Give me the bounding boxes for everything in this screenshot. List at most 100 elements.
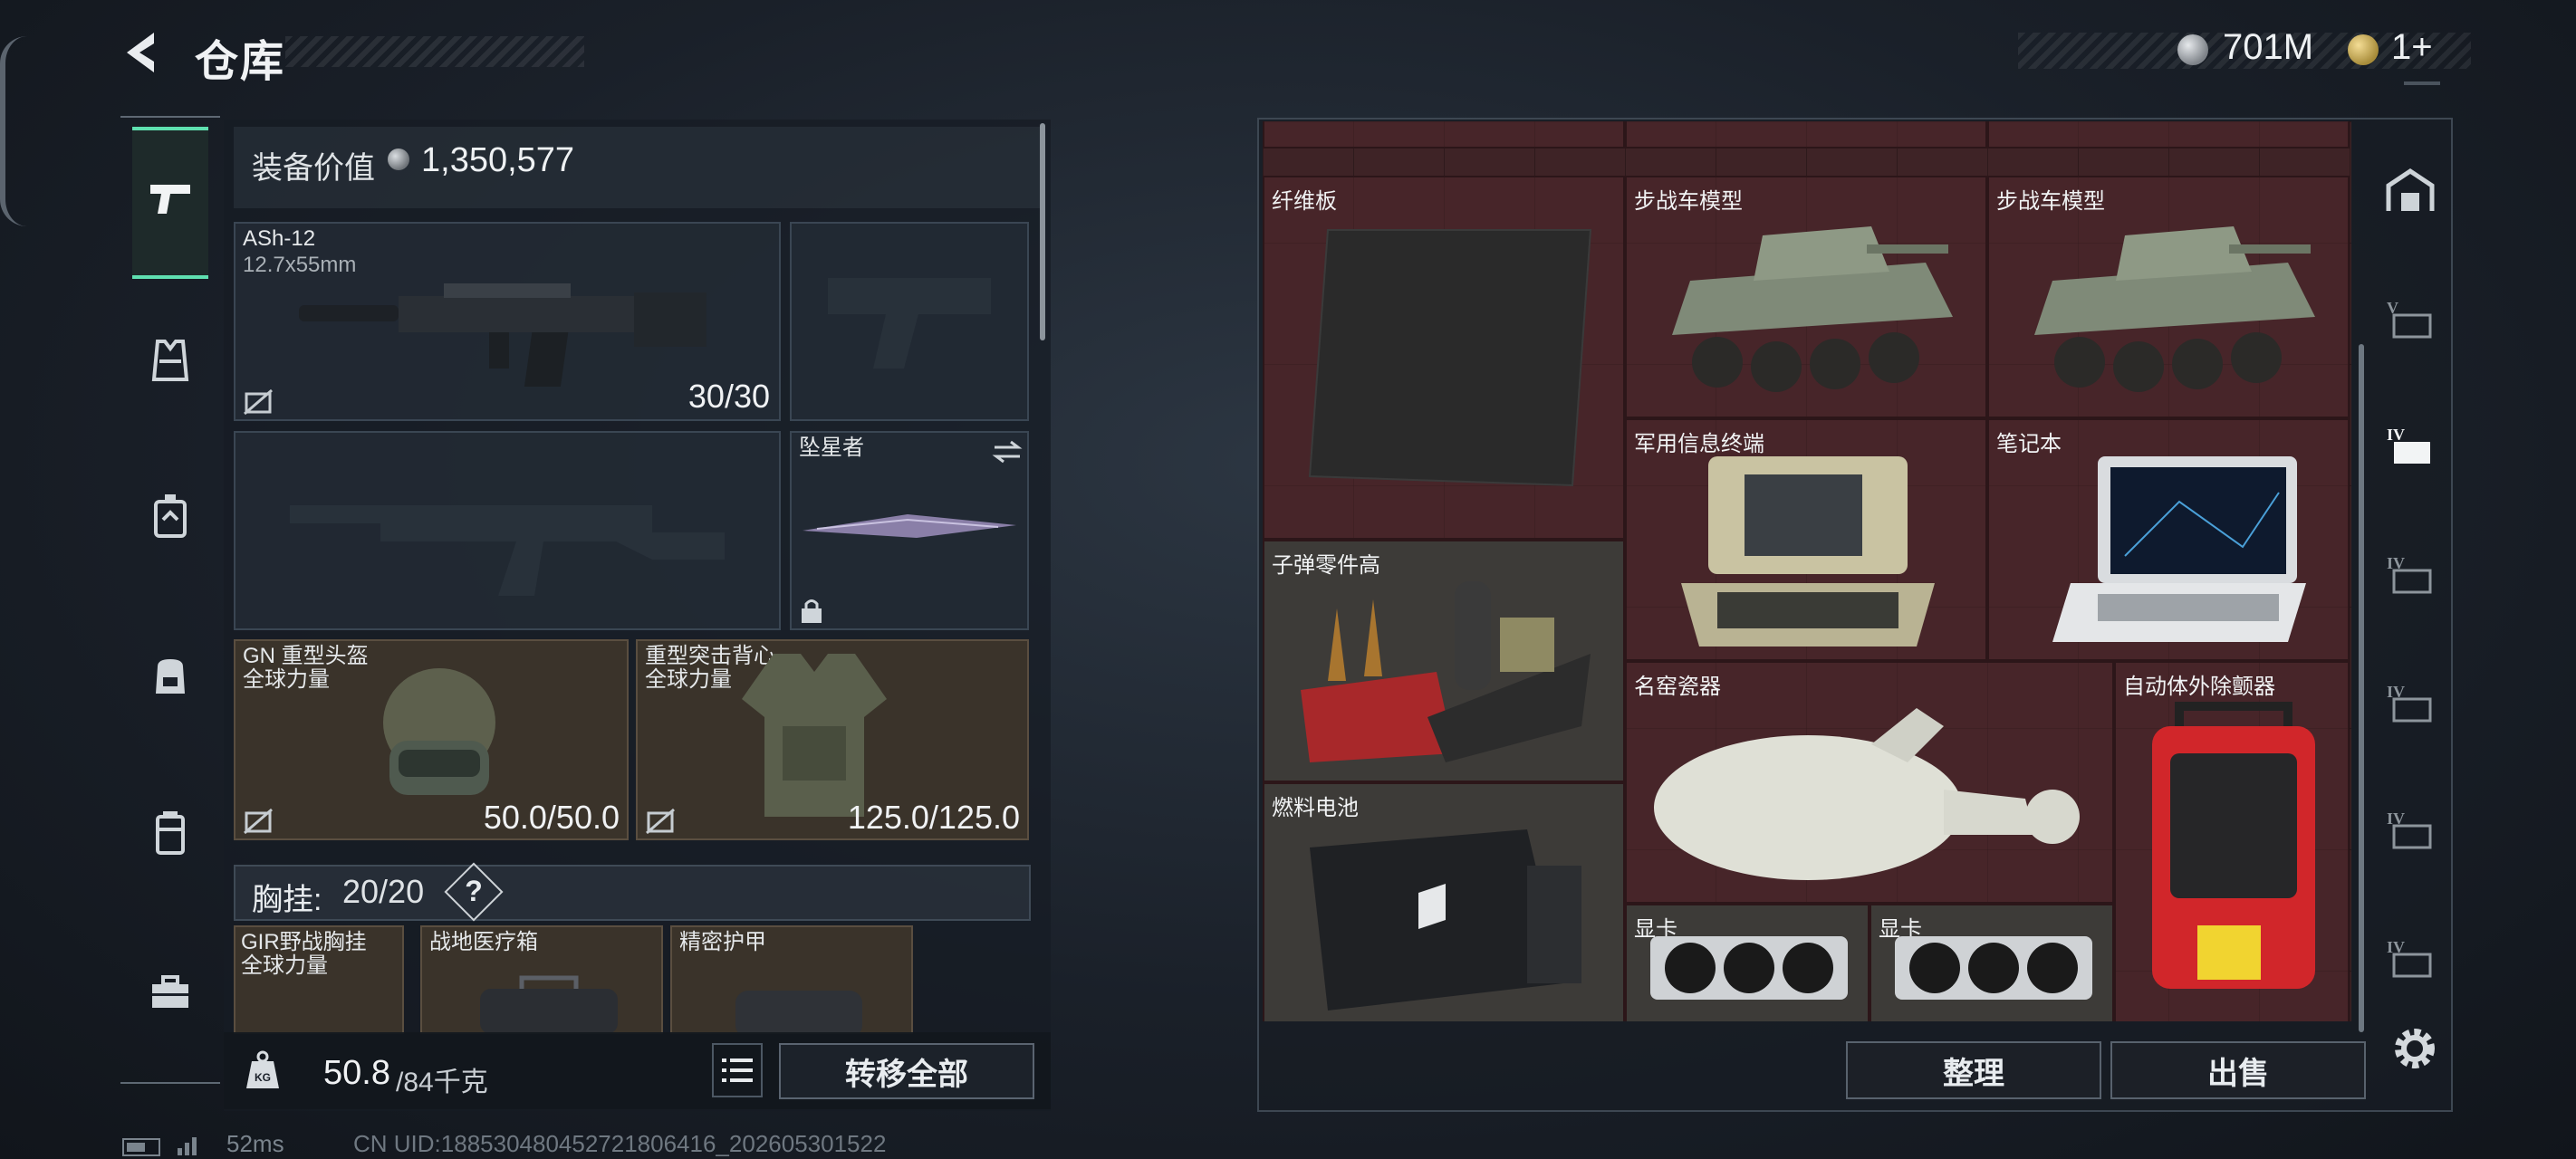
coin-icon (388, 148, 409, 170)
storage-tab-level-5[interactable]: V (2379, 286, 2442, 350)
backup-weapon-slot[interactable] (234, 431, 781, 630)
armor-brand: 全球力量 (645, 667, 732, 692)
storage-tab-level-4[interactable]: IV (2379, 541, 2442, 605)
storage-item-military-terminal[interactable]: 军用信息终端 (1625, 418, 1987, 661)
chest-rig-slot[interactable]: GIR野战胸挂 全球力量 (234, 925, 404, 1034)
backpack-icon (156, 659, 185, 694)
melee-name: 坠星者 (799, 436, 864, 460)
garage-icon (2386, 168, 2435, 211)
storage-level-icon: IV (2387, 938, 2432, 978)
porcelain-image (1654, 708, 2080, 880)
storage-tab-level-4-active[interactable]: IV (2379, 413, 2442, 476)
pistol-icon (150, 185, 190, 214)
storage-item-ifv-model[interactable]: 步战车模型 (1987, 176, 2350, 418)
storage-level-icon: IV (2387, 554, 2432, 594)
medkit-slot[interactable]: 战地医疗箱 (420, 925, 663, 1034)
gpu-image (1650, 936, 1848, 1000)
back-button[interactable] (118, 27, 163, 78)
storage-item-porcelain[interactable]: 名窑瓷器 (1625, 661, 2114, 904)
ifv-model-image (2034, 226, 2315, 392)
item-name: 自动体外除颤器 (2123, 675, 2275, 699)
storage-item-aed[interactable]: 自动体外除颤器 (2114, 661, 2350, 1021)
list-view-button[interactable] (712, 1043, 763, 1097)
user-uid: CN UID:18853048045272180​6416_2026053015… (353, 1130, 887, 1157)
fiberboard-image (1308, 229, 1592, 487)
tab-divider (2404, 81, 2440, 85)
melee-slot[interactable]: 坠星者 (790, 431, 1029, 630)
rifle-silhouette-icon (290, 505, 725, 596)
category-tab-chest-rig[interactable] (134, 480, 207, 552)
storage-item[interactable] (1625, 121, 1987, 148)
chest-rig-brand: 全球力量 (241, 953, 328, 978)
storage-item-ifv-model[interactable]: 步战车模型 (1625, 176, 1987, 418)
gear-icon[interactable] (2388, 1021, 2442, 1076)
storage-tab-level-4[interactable]: IV (2379, 797, 2442, 860)
svg-text:KG: KG (255, 1071, 271, 1084)
chest-rig-capacity: 20/20 (342, 873, 425, 910)
storage-tab-level-4[interactable]: IV (2379, 925, 2442, 989)
max-weight: /84千克 (396, 1068, 488, 1097)
weight-kg-icon: KG (246, 1050, 279, 1088)
storage-level-icon: IV (2387, 426, 2430, 464)
storage-item-gpu[interactable]: 显卡 (1870, 904, 2114, 1021)
primary-weapon-slot[interactable]: ASh-12 12.7x55mm 30/30 (234, 222, 781, 421)
precision-armor-slot[interactable]: 精密护甲 (670, 925, 913, 1034)
pistol-silhouette-icon (828, 278, 991, 369)
item-name: 纤维板 (1272, 189, 1337, 214)
swap-icon[interactable] (991, 438, 1024, 465)
toolbox-icon (152, 975, 188, 1008)
storage-item-fiberboard[interactable]: 纤维板 (1263, 176, 1625, 540)
battery-signal-icon (122, 1137, 197, 1156)
ping: 52ms (226, 1130, 284, 1157)
tidy-button[interactable]: 整理 (1846, 1041, 2101, 1099)
help-icon: ? (465, 875, 483, 907)
armor-plate-image (735, 991, 862, 1032)
helmet-name: GN 重型头盔 (243, 644, 369, 668)
category-tab-toolbox[interactable] (134, 956, 207, 1029)
gpu-image (1895, 936, 2092, 1000)
container-icon (156, 811, 185, 855)
transfer-all-button[interactable]: 转移全部 (779, 1043, 1034, 1099)
current-weight: 50.8 (323, 1054, 390, 1092)
chest-rig-icon (154, 494, 187, 538)
silver-coin-icon (2177, 34, 2208, 65)
uninsured-icon (646, 808, 675, 835)
category-tab-weapons[interactable] (132, 127, 208, 279)
armor-slot[interactable]: 重型突击背心 全球力量 125.0/125.0 (636, 639, 1029, 840)
fuel-cell-image (1310, 829, 1581, 1011)
secondary-weapon-slot[interactable] (790, 222, 1029, 421)
medkit-name: 战地医疗箱 (429, 930, 538, 954)
knife-image (803, 514, 1016, 538)
ammo-count: 30/30 (687, 378, 770, 415)
category-tab-armor[interactable] (134, 324, 207, 397)
edge-decoration (0, 36, 33, 226)
storage-item[interactable] (1263, 121, 1625, 148)
bullet-parts-image (1301, 581, 1591, 762)
storage-item-laptop[interactable]: 笔记本 (1987, 418, 2350, 661)
category-tab-container[interactable] (134, 797, 207, 869)
storage-item-bullet-parts[interactable]: 子弹零件高 (1263, 540, 1625, 782)
helmet-slot[interactable]: GN 重型头盔 全球力量 50.0/50.0 (234, 639, 629, 840)
helmet-durability: 50.0/50.0 (483, 799, 620, 836)
equipment-value-amount: 1,350,577 (421, 141, 575, 179)
armor-durability: 125.0/125.0 (847, 799, 1020, 836)
page-title: 仓库 (195, 38, 286, 86)
medkit-image (480, 975, 618, 1032)
category-tab-backpack[interactable] (134, 639, 207, 712)
helmet-image (383, 668, 495, 795)
storage-tab-level-4[interactable]: IV (2379, 670, 2442, 733)
storage-item[interactable] (1987, 121, 2350, 148)
precision-armor-name: 精密护甲 (679, 930, 766, 954)
chest-rig-label: 胸挂: (252, 883, 322, 917)
storage-scrollbar[interactable] (2359, 344, 2364, 1032)
sell-button[interactable]: 出售 (2110, 1041, 2366, 1099)
laptop-image (2052, 456, 2306, 642)
loadout-scrollbar[interactable] (1040, 123, 1045, 340)
storage-item-gpu[interactable]: 显卡 (1625, 904, 1870, 1021)
armor-vest-icon (151, 340, 189, 381)
ifv-model-image (1672, 226, 1953, 392)
ticket-amount[interactable]: 1+ (2391, 27, 2433, 68)
storage-item-fuel-cell[interactable]: 燃料电池 (1263, 782, 1625, 1021)
military-terminal-image (1681, 456, 1935, 647)
storage-tab-garage[interactable] (2379, 159, 2442, 223)
